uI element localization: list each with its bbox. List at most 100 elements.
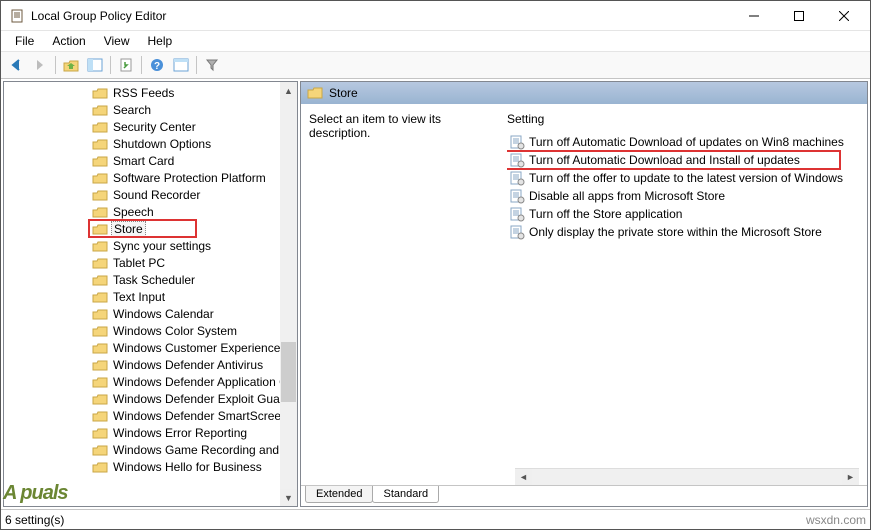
tree-item[interactable]: Windows Color System xyxy=(4,322,297,339)
folder-icon xyxy=(92,392,108,406)
tree-item-label: Shutdown Options xyxy=(111,137,213,151)
forward-button[interactable] xyxy=(29,54,51,76)
tree-item[interactable]: Tablet PC xyxy=(4,254,297,271)
content-area: RSS FeedsSearchSecurity Center Shutdown O… xyxy=(1,79,870,509)
setting-item[interactable]: Turn off Automatic Download of updates o… xyxy=(507,133,859,151)
menu-action[interactable]: Action xyxy=(44,32,93,50)
folder-icon xyxy=(92,188,108,202)
window-title: Local Group Policy Editor xyxy=(31,9,731,23)
folder-icon xyxy=(92,171,108,185)
scroll-down-button[interactable]: ▼ xyxy=(280,489,297,506)
tree-item[interactable]: Search xyxy=(4,101,297,118)
up-button[interactable] xyxy=(60,54,82,76)
setting-item-label: Turn off Automatic Download and Install … xyxy=(529,153,800,167)
close-button[interactable] xyxy=(821,2,866,30)
tree-item-label: Windows Game Recording and Br xyxy=(111,443,296,457)
maximize-button[interactable] xyxy=(776,2,821,30)
tree-item-label: Windows Calendar xyxy=(111,307,216,321)
tree-item-label: RSS Feeds xyxy=(111,86,176,100)
tree-item[interactable]: Windows Defender Exploit Guard xyxy=(4,390,297,407)
help-button[interactable]: ? xyxy=(146,54,168,76)
tree-item-label: Tablet PC xyxy=(111,256,167,270)
setting-item[interactable]: Only display the private store within th… xyxy=(507,223,859,241)
folder-icon xyxy=(92,324,108,338)
folder-icon xyxy=(92,154,108,168)
tree-item[interactable]: Windows Hello for Business xyxy=(4,458,297,475)
tree-item-label: Windows Error Reporting xyxy=(111,426,249,440)
policy-icon xyxy=(509,206,525,222)
folder-icon xyxy=(92,409,108,423)
description-prompt: Select an item to view its description. xyxy=(309,112,441,140)
tree-item-label: Task Scheduler xyxy=(111,273,197,287)
tree-item[interactable]: Windows Defender Application G xyxy=(4,373,297,390)
setting-column-header[interactable]: Setting xyxy=(507,112,859,131)
setting-item-label: Turn off the offer to update to the late… xyxy=(529,171,843,185)
details-title: Store xyxy=(329,86,358,100)
tab-standard[interactable]: Standard xyxy=(372,486,439,503)
tree-item[interactable]: Smart Card xyxy=(4,152,297,169)
scroll-up-button[interactable]: ▲ xyxy=(280,82,297,99)
tree-item-label: Software Protection Platform xyxy=(111,171,268,185)
setting-item[interactable]: Turn off the offer to update to the late… xyxy=(507,169,859,187)
tree-item-label: Windows Customer Experience Im xyxy=(111,341,298,355)
setting-item[interactable]: Turn off Automatic Download and Install … xyxy=(507,151,859,169)
tree-item[interactable]: Text Input xyxy=(4,288,297,305)
toolbar-separator xyxy=(141,56,142,74)
back-button[interactable] xyxy=(5,54,27,76)
menu-view[interactable]: View xyxy=(96,32,138,50)
tree-item[interactable]: Security Center xyxy=(4,118,297,135)
filter-button[interactable] xyxy=(201,54,223,76)
folder-icon xyxy=(92,375,108,389)
status-text: 6 setting(s) xyxy=(5,513,64,527)
tree-item[interactable]: Windows Customer Experience Im xyxy=(4,339,297,356)
window-controls xyxy=(731,2,866,30)
folder-icon xyxy=(92,239,108,253)
tree-item[interactable]: Windows Game Recording and Br xyxy=(4,441,297,458)
folder-icon xyxy=(92,137,108,151)
tree-item-label: Sound Recorder xyxy=(111,188,202,202)
folder-icon xyxy=(92,290,108,304)
details-pane: Store Select an item to view its descrip… xyxy=(300,81,868,507)
folder-icon xyxy=(92,443,108,457)
tree-item-label: Windows Defender SmartScreen xyxy=(111,409,290,423)
scroll-right-button[interactable]: ► xyxy=(842,469,859,486)
policy-icon xyxy=(509,188,525,204)
setting-item[interactable]: Disable all apps from Microsoft Store xyxy=(507,187,859,205)
tree-item[interactable]: Software Protection Platform xyxy=(4,169,297,186)
tree-item[interactable]: Windows Calendar xyxy=(4,305,297,322)
setting-item-label: Turn off Automatic Download of updates o… xyxy=(529,135,844,149)
policy-icon xyxy=(509,134,525,150)
tree-item[interactable]: Windows Error Reporting xyxy=(4,424,297,441)
horizontal-scrollbar[interactable]: ◄ ► xyxy=(515,468,859,485)
tree-item-label: Text Input xyxy=(111,290,167,304)
menu-file[interactable]: File xyxy=(7,32,42,50)
scroll-track[interactable] xyxy=(280,99,297,489)
toolbar-separator xyxy=(196,56,197,74)
tree-item[interactable]: Windows Defender Antivirus xyxy=(4,356,297,373)
tree-item[interactable]: Task Scheduler xyxy=(4,271,297,288)
tree-item[interactable]: Store xyxy=(4,220,297,237)
tree-item[interactable]: Speech xyxy=(4,203,297,220)
tree-item[interactable]: Sync your settings xyxy=(4,237,297,254)
tree-pane[interactable]: RSS FeedsSearchSecurity Center Shutdown O… xyxy=(3,81,298,507)
setting-item-label: Only display the private store within th… xyxy=(529,225,822,239)
statusbar: 6 setting(s) wsxdn.com xyxy=(1,509,870,529)
minimize-button[interactable] xyxy=(731,2,776,30)
tree-item[interactable]: Windows Defender SmartScreen xyxy=(4,407,297,424)
scroll-left-button[interactable]: ◄ xyxy=(515,469,532,486)
menu-help[interactable]: Help xyxy=(140,32,181,50)
tree-item[interactable]: Sound Recorder xyxy=(4,186,297,203)
properties-button[interactable] xyxy=(170,54,192,76)
setting-item[interactable]: Turn off the Store application xyxy=(507,205,859,223)
folder-icon xyxy=(92,460,108,474)
scroll-thumb[interactable] xyxy=(281,342,296,402)
folder-icon xyxy=(92,426,108,440)
tree-item[interactable]: Shutdown Options xyxy=(4,135,297,152)
show-hide-tree-button[interactable] xyxy=(84,54,106,76)
tree-item[interactable]: RSS Feeds xyxy=(4,84,297,101)
policy-icon xyxy=(509,224,525,240)
tree-item-label: Windows Hello for Business xyxy=(111,460,264,474)
tab-extended[interactable]: Extended xyxy=(305,486,373,503)
tree-item-label: Sync your settings xyxy=(111,239,213,253)
refresh-button[interactable] xyxy=(115,54,137,76)
